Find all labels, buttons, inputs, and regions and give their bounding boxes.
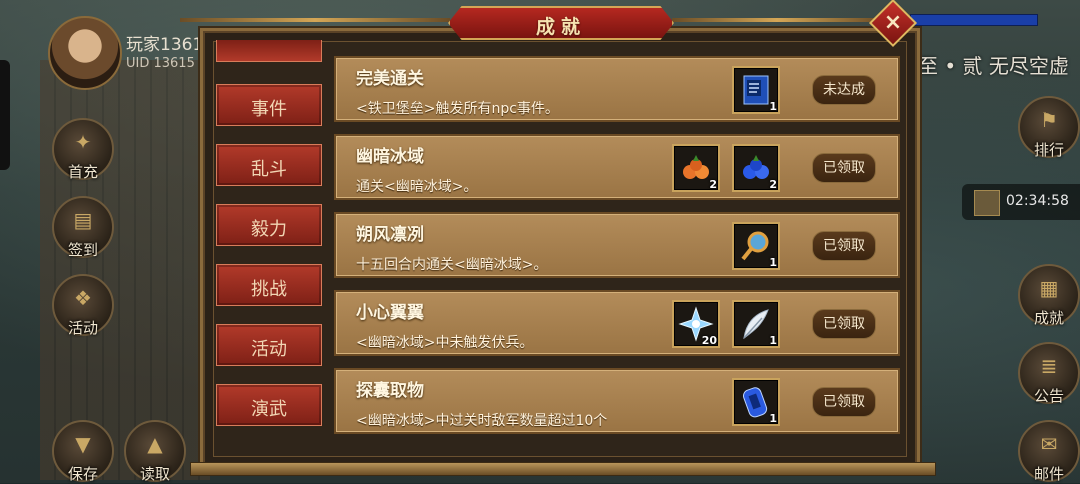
status-claimed-button[interactable]: 已领取 xyxy=(812,387,876,417)
achievement-row: 朔风凛冽 十五回合内通关<幽暗冰域>。 1 已领取 xyxy=(334,212,900,278)
mail-button[interactable]: ✉ 邮件 xyxy=(1018,420,1080,483)
reward-slot[interactable]: 1 xyxy=(732,66,780,114)
ranking-label: 排行 xyxy=(1033,141,1064,159)
reward-slot[interactable]: 2 xyxy=(672,144,720,192)
tab-perseverance[interactable]: 毅力 xyxy=(216,204,322,246)
achievement-name: 完美通关 xyxy=(356,69,424,89)
panel-title: 成就 xyxy=(535,16,586,38)
treasure-icon: ❖ xyxy=(74,286,92,310)
reward-count: 2 xyxy=(769,178,777,191)
tab-label: 活动 xyxy=(251,339,287,360)
load-label: 读取 xyxy=(139,465,170,483)
panel-bottom-rail xyxy=(190,462,936,476)
stage-name: 至 • 贰 无尽空虚 xyxy=(918,54,1069,78)
player-uid: UID 13615 xyxy=(126,56,195,71)
notice-button[interactable]: ≣ 公告 xyxy=(1018,342,1080,405)
reward-slot[interactable]: 2 xyxy=(732,144,780,192)
event-button[interactable]: ❖ 活动 xyxy=(52,274,114,337)
reward-count: 1 xyxy=(769,334,777,347)
reward-count: 2 xyxy=(709,178,717,191)
reward-count: 1 xyxy=(769,100,777,113)
tab-drill[interactable]: 演武 xyxy=(216,384,322,426)
ranking-button[interactable]: ⚑ 排行 xyxy=(1018,96,1080,159)
tab-melee[interactable]: 乱斗 xyxy=(216,144,322,186)
achievement-name: 幽暗冰域 xyxy=(356,147,424,167)
player-name: 玩家1361 xyxy=(126,35,204,55)
achievement-desc: 十五回合内通关<幽暗冰域>。 xyxy=(356,257,548,273)
event-label: 活动 xyxy=(67,319,98,337)
reward-count: 1 xyxy=(769,412,777,425)
achievement-name: 探囊取物 xyxy=(356,381,424,401)
save-label: 保存 xyxy=(67,465,98,483)
player-avatar[interactable] xyxy=(48,16,122,90)
reward-count: 20 xyxy=(701,334,717,347)
general-portrait-icon xyxy=(974,190,1000,216)
reward-slot[interactable]: 1 xyxy=(732,222,780,270)
category-tabs: 事件 乱斗 毅力 挑战 活动 演武 xyxy=(210,40,334,450)
sign-in-label: 签到 xyxy=(67,241,98,259)
reward-slot[interactable]: 1 xyxy=(732,300,780,348)
achievement-desc: <幽暗冰域>中未触发伏兵。 xyxy=(356,335,534,351)
status-claimed-button[interactable]: 已领取 xyxy=(812,309,876,339)
close-icon: × xyxy=(883,10,903,35)
tab-label: 乱斗 xyxy=(251,159,287,180)
status-not-achieved-button[interactable]: 未达成 xyxy=(812,75,876,105)
tab-events[interactable]: 事件 xyxy=(216,84,322,126)
reward-slot[interactable]: 1 xyxy=(732,378,780,426)
timer-text: 02:34:58 xyxy=(1006,193,1069,209)
achievement-row: 小心翼翼 <幽暗冰域>中未触发伏兵。 20 1 已领取 xyxy=(334,290,900,356)
title-ornament-right xyxy=(672,18,882,22)
first-recharge-button[interactable]: ✦ 首充 xyxy=(52,118,114,181)
load-icon: ▲ xyxy=(147,432,163,456)
map-icon: ▦ xyxy=(1039,276,1059,300)
title-ornament-left xyxy=(180,18,450,22)
book-icon: ▤ xyxy=(73,208,93,232)
tab-label: 事件 xyxy=(251,99,287,120)
notice-label: 公告 xyxy=(1033,387,1064,405)
achievement-button[interactable]: ▦ 成就 xyxy=(1018,264,1080,327)
achievement-label: 成就 xyxy=(1033,309,1064,327)
panel-title-plaque: 成就 xyxy=(448,6,674,40)
load-button[interactable]: ▲ 读取 xyxy=(124,420,186,483)
achievement-desc: <铁卫堡垒>触发所有npc事件。 xyxy=(356,101,559,117)
save-button[interactable]: ▼ 保存 xyxy=(52,420,114,483)
health-bar xyxy=(910,14,1038,26)
gift-icon: ✦ xyxy=(74,130,92,154)
reward-count: 1 xyxy=(769,256,777,269)
screen-edge-handle xyxy=(0,60,10,170)
status-claimed-button[interactable]: 已领取 xyxy=(812,153,876,183)
tab-activity[interactable]: 活动 xyxy=(216,324,322,366)
achievement-desc: <幽暗冰域>中过关时敌军数量超过10个 xyxy=(356,413,608,429)
achievement-row: 完美通关 <铁卫堡垒>触发所有npc事件。 1 未达成 xyxy=(334,56,900,122)
save-icon: ▼ xyxy=(75,432,91,456)
achievement-name: 朔风凛冽 xyxy=(356,225,424,245)
tab-challenge[interactable]: 挑战 xyxy=(216,264,322,306)
mail-icon: ✉ xyxy=(1040,432,1058,456)
tab-label: 毅力 xyxy=(251,219,287,240)
achievement-name: 小心翼翼 xyxy=(356,303,424,323)
timer-widget[interactable]: 02:34:58 xyxy=(962,184,1080,220)
sign-in-button[interactable]: ▤ 签到 xyxy=(52,196,114,259)
tab-label: 演武 xyxy=(251,399,287,420)
achievement-row: 幽暗冰域 通关<幽暗冰域>。 2 2 已领取 xyxy=(334,134,900,200)
first-recharge-label: 首充 xyxy=(67,163,98,181)
achievement-row: 探囊取物 <幽暗冰域>中过关时敌军数量超过10个 1 已领取 xyxy=(334,368,900,434)
tab-label: 挑战 xyxy=(251,279,287,300)
scroll-icon: ≣ xyxy=(1040,354,1058,378)
status-claimed-button[interactable]: 已领取 xyxy=(812,231,876,261)
banner-icon: ⚑ xyxy=(1040,108,1058,132)
reward-slot[interactable]: 20 xyxy=(672,300,720,348)
achievement-desc: 通关<幽暗冰域>。 xyxy=(356,179,478,195)
mail-label: 邮件 xyxy=(1033,465,1064,483)
